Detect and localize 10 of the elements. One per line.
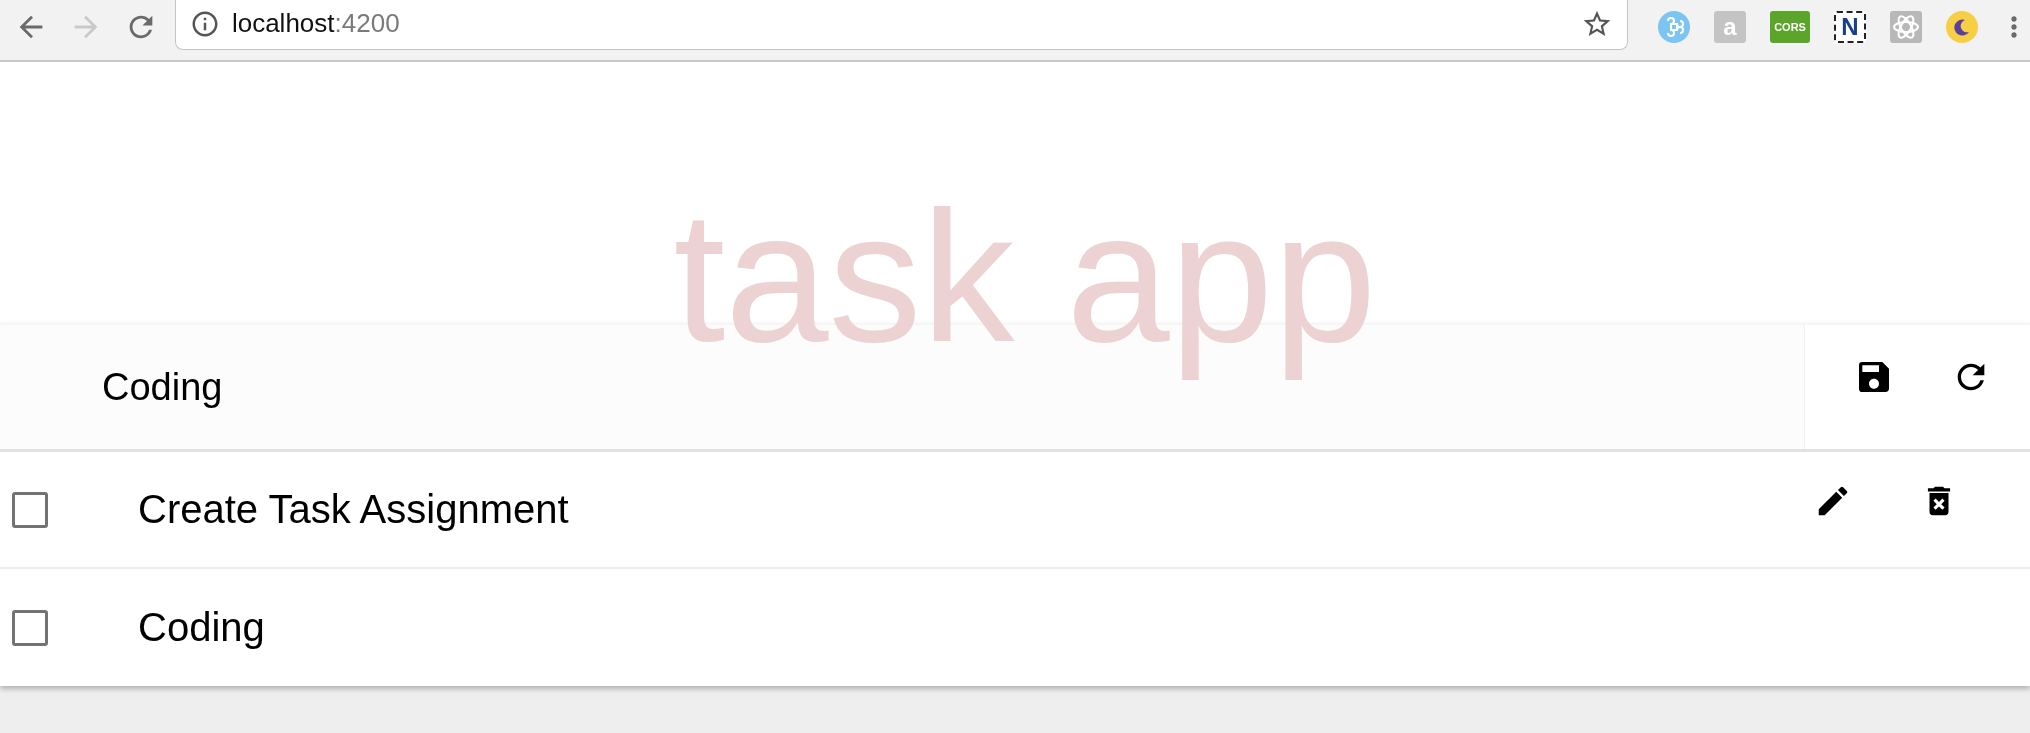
url-text: localhost:4200 xyxy=(231,8,401,39)
capture-extension-icon[interactable]: N xyxy=(1834,11,1866,43)
task-title: Create Task Assignment xyxy=(138,487,570,532)
checkbox[interactable] xyxy=(12,609,48,646)
address-bar[interactable]: localhost:4200 xyxy=(174,0,1628,50)
text-input[interactable]: Coding xyxy=(102,362,1764,412)
moon-icon[interactable] xyxy=(1946,11,1978,43)
checkbox[interactable] xyxy=(12,491,48,528)
task-input-field[interactable]: Coding xyxy=(0,325,1805,449)
task-title: Coding xyxy=(138,605,266,650)
